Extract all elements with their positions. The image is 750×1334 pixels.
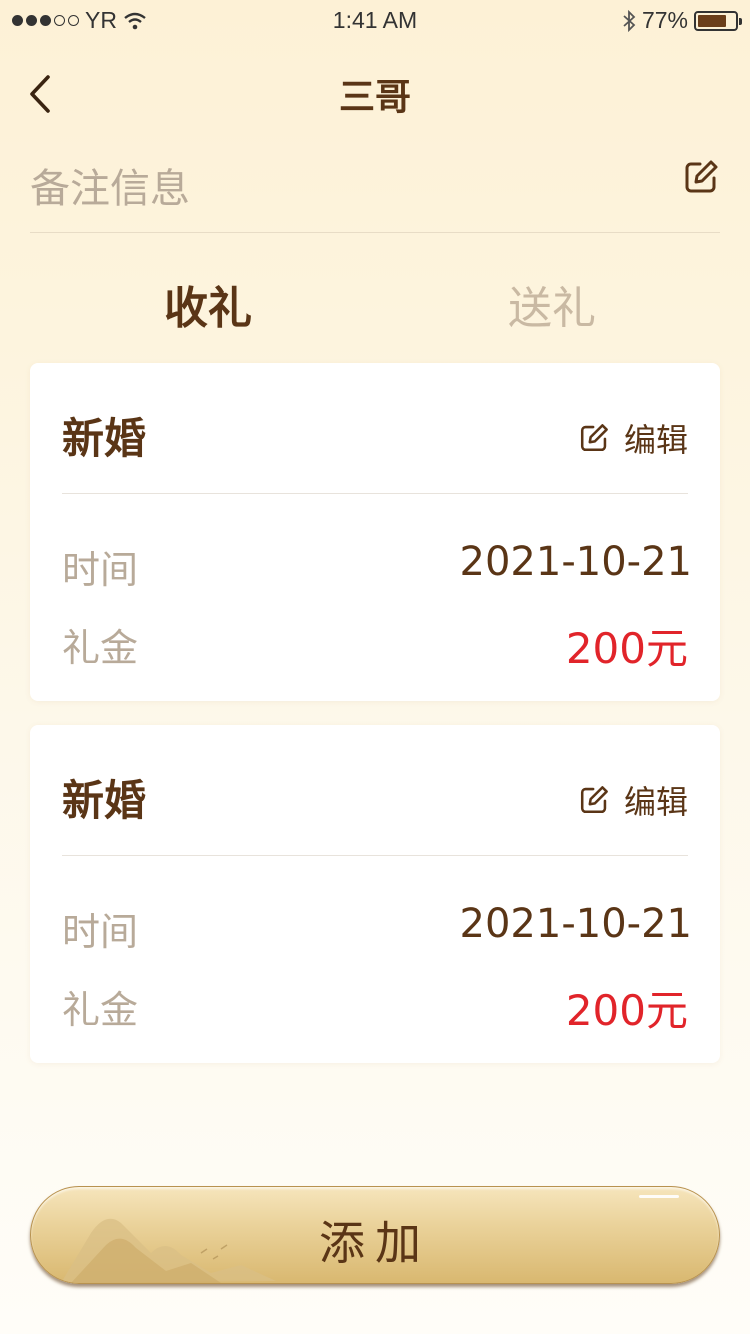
time-value: 2021-10-21 bbox=[459, 901, 692, 947]
note-row[interactable]: 备注信息 bbox=[30, 150, 720, 233]
edit-label: 编辑 bbox=[623, 783, 688, 821]
time-value: 2021-10-21 bbox=[459, 539, 692, 585]
status-bar: YR 1:41 AM 77% bbox=[0, 0, 750, 40]
add-button-label: 添加 bbox=[319, 1216, 431, 1270]
bluetooth-icon bbox=[623, 9, 636, 32]
amount-label: 礼金 bbox=[62, 988, 139, 1032]
edit-icon bbox=[580, 786, 608, 814]
record-title: 新婚 bbox=[62, 414, 147, 463]
edit-record-button[interactable]: 编辑 bbox=[578, 777, 688, 823]
button-shine bbox=[639, 1195, 679, 1198]
edit-record-button[interactable]: 编辑 bbox=[578, 415, 688, 461]
battery-icon bbox=[694, 10, 742, 31]
amount-value: 200元 bbox=[565, 624, 688, 673]
status-right: 77% bbox=[622, 7, 742, 34]
record-card: 新婚 编辑 时间 2021-10-21 礼金 200元 bbox=[30, 363, 720, 701]
battery-fill bbox=[698, 14, 726, 27]
record-title: 新婚 bbox=[62, 776, 147, 825]
battery-percent: 77% bbox=[641, 7, 688, 33]
add-button[interactable]: 添加 bbox=[30, 1186, 720, 1284]
time-label: 时间 bbox=[62, 910, 139, 954]
card-divider bbox=[62, 493, 688, 494]
tab-sent[interactable]: 送礼 bbox=[508, 272, 596, 336]
amount-value: 200元 bbox=[565, 986, 688, 1035]
page-title: 三哥 bbox=[338, 77, 411, 118]
edit-note-icon[interactable] bbox=[682, 158, 720, 196]
edit-icon bbox=[580, 424, 608, 452]
card-divider bbox=[62, 855, 688, 856]
time-label: 时间 bbox=[62, 548, 139, 592]
amount-label: 礼金 bbox=[62, 626, 139, 670]
note-placeholder: 备注信息 bbox=[30, 166, 190, 212]
tab-received[interactable]: 收礼 bbox=[164, 272, 252, 336]
record-card: 新婚 编辑 时间 2021-10-21 礼金 200元 bbox=[30, 725, 720, 1063]
edit-label: 编辑 bbox=[623, 421, 688, 459]
